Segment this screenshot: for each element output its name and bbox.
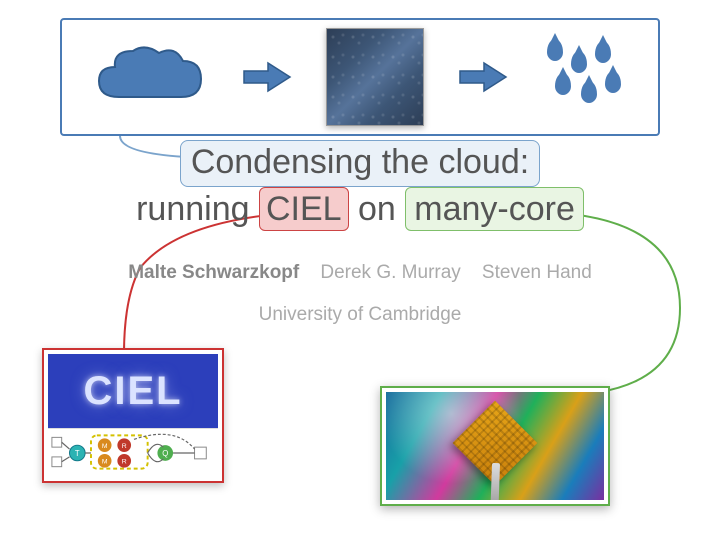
author-presenter: Malte Schwarzkopf	[128, 262, 299, 283]
title-line2-mid: on	[349, 190, 406, 228]
svg-text:Q: Q	[162, 449, 168, 458]
slide-title: Condensing the cloud: running CIEL on ma…	[0, 140, 720, 231]
authors: Malte Schwarzkopf Derek G. Murray Steven…	[0, 262, 720, 284]
svg-text:R: R	[122, 443, 127, 450]
title-line1: Condensing the cloud:	[180, 140, 540, 187]
arrow-icon	[458, 59, 508, 95]
wafer-chip-icon	[386, 392, 604, 500]
affiliation: University of Cambridge	[0, 304, 720, 326]
svg-text:M: M	[102, 443, 108, 450]
svg-text:T: T	[75, 449, 80, 458]
svg-text:R: R	[122, 459, 127, 466]
title-line2-prefix: running	[136, 190, 259, 228]
author-2: Derek G. Murray	[320, 262, 460, 283]
ciel-logo: CIEL	[48, 354, 218, 428]
svg-text:M: M	[102, 459, 108, 466]
ciel-dag-icon: T M M R R Q	[48, 428, 218, 477]
title-manycore: many-core	[405, 187, 584, 232]
cloud-icon	[89, 37, 209, 117]
connector-green	[540, 208, 690, 398]
arrow-icon	[242, 59, 292, 95]
title-ciel: CIEL	[259, 187, 349, 232]
condensation-icon	[326, 28, 424, 126]
manycore-callout	[380, 386, 610, 506]
process-banner	[60, 18, 660, 136]
ciel-callout: CIEL T M M R R Q	[42, 348, 224, 483]
raindrops-icon	[541, 37, 631, 117]
author-3: Steven Hand	[482, 262, 592, 283]
